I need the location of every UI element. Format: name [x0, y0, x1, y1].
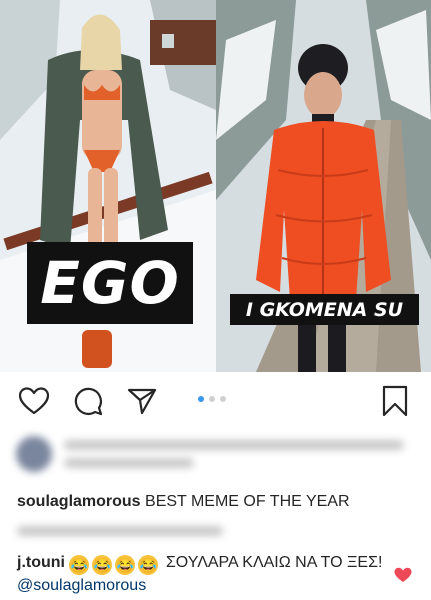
ego-caption: EGO [27, 242, 193, 324]
comment-item: j.touni 😂 😂 😂 😂 ΣΟΥΛΑΡΑ ΚΛΑΙΩ ΝΑ ΤΟ ΞΕΣ! @s… [17, 552, 387, 597]
comment-button[interactable] [70, 383, 106, 419]
meme-left-panel: EGO [0, 0, 216, 372]
post-caption: soulaglamorous BEST MEME OF THE YEAR [17, 493, 350, 511]
caption-text: BEST MEME OF THE YEAR [145, 493, 350, 510]
share-button[interactable] [124, 383, 160, 419]
comment-username[interactable]: j.touni [17, 554, 65, 571]
meme-right-panel: I GKOMENA SU [216, 0, 431, 372]
laughing-emoji-icon: 😂 [138, 555, 159, 575]
blurred-avatar [16, 436, 52, 472]
laughing-emoji-icon: 😂 [92, 555, 113, 575]
carousel-dot [209, 396, 215, 402]
heart-filled-icon [394, 567, 412, 582]
blurred-text [64, 440, 404, 450]
comment-like-button[interactable] [394, 567, 412, 583]
caption-username[interactable]: soulaglamorous [17, 493, 141, 510]
carousel-dot-active [198, 396, 204, 402]
gkomena-caption: I GKOMENA SU [230, 294, 419, 325]
comment-mention-link[interactable]: @soulaglamorous [17, 577, 146, 594]
blurred-text [64, 458, 194, 468]
comment-text: ΣΟΥΛΑΡΑ ΚΛΑΙΩ ΝΑ ΤΟ ΞΕΣ! [165, 554, 383, 571]
blurred-view-comments [17, 526, 223, 536]
bookmark-icon [382, 385, 408, 417]
post-image[interactable]: EGO I GKOMENA SU [0, 0, 431, 372]
carousel-indicator [198, 396, 226, 402]
carousel-dot [220, 396, 226, 402]
laughing-emoji-icon: 😂 [115, 555, 136, 575]
laughing-emoji-icon: 😂 [69, 555, 90, 575]
blurred-likes-row [12, 432, 417, 478]
heart-outline-icon [19, 387, 49, 415]
send-paper-plane-icon [127, 388, 157, 415]
save-button[interactable] [377, 383, 413, 419]
like-button[interactable] [16, 383, 52, 419]
comment-bubble-icon [74, 387, 103, 416]
